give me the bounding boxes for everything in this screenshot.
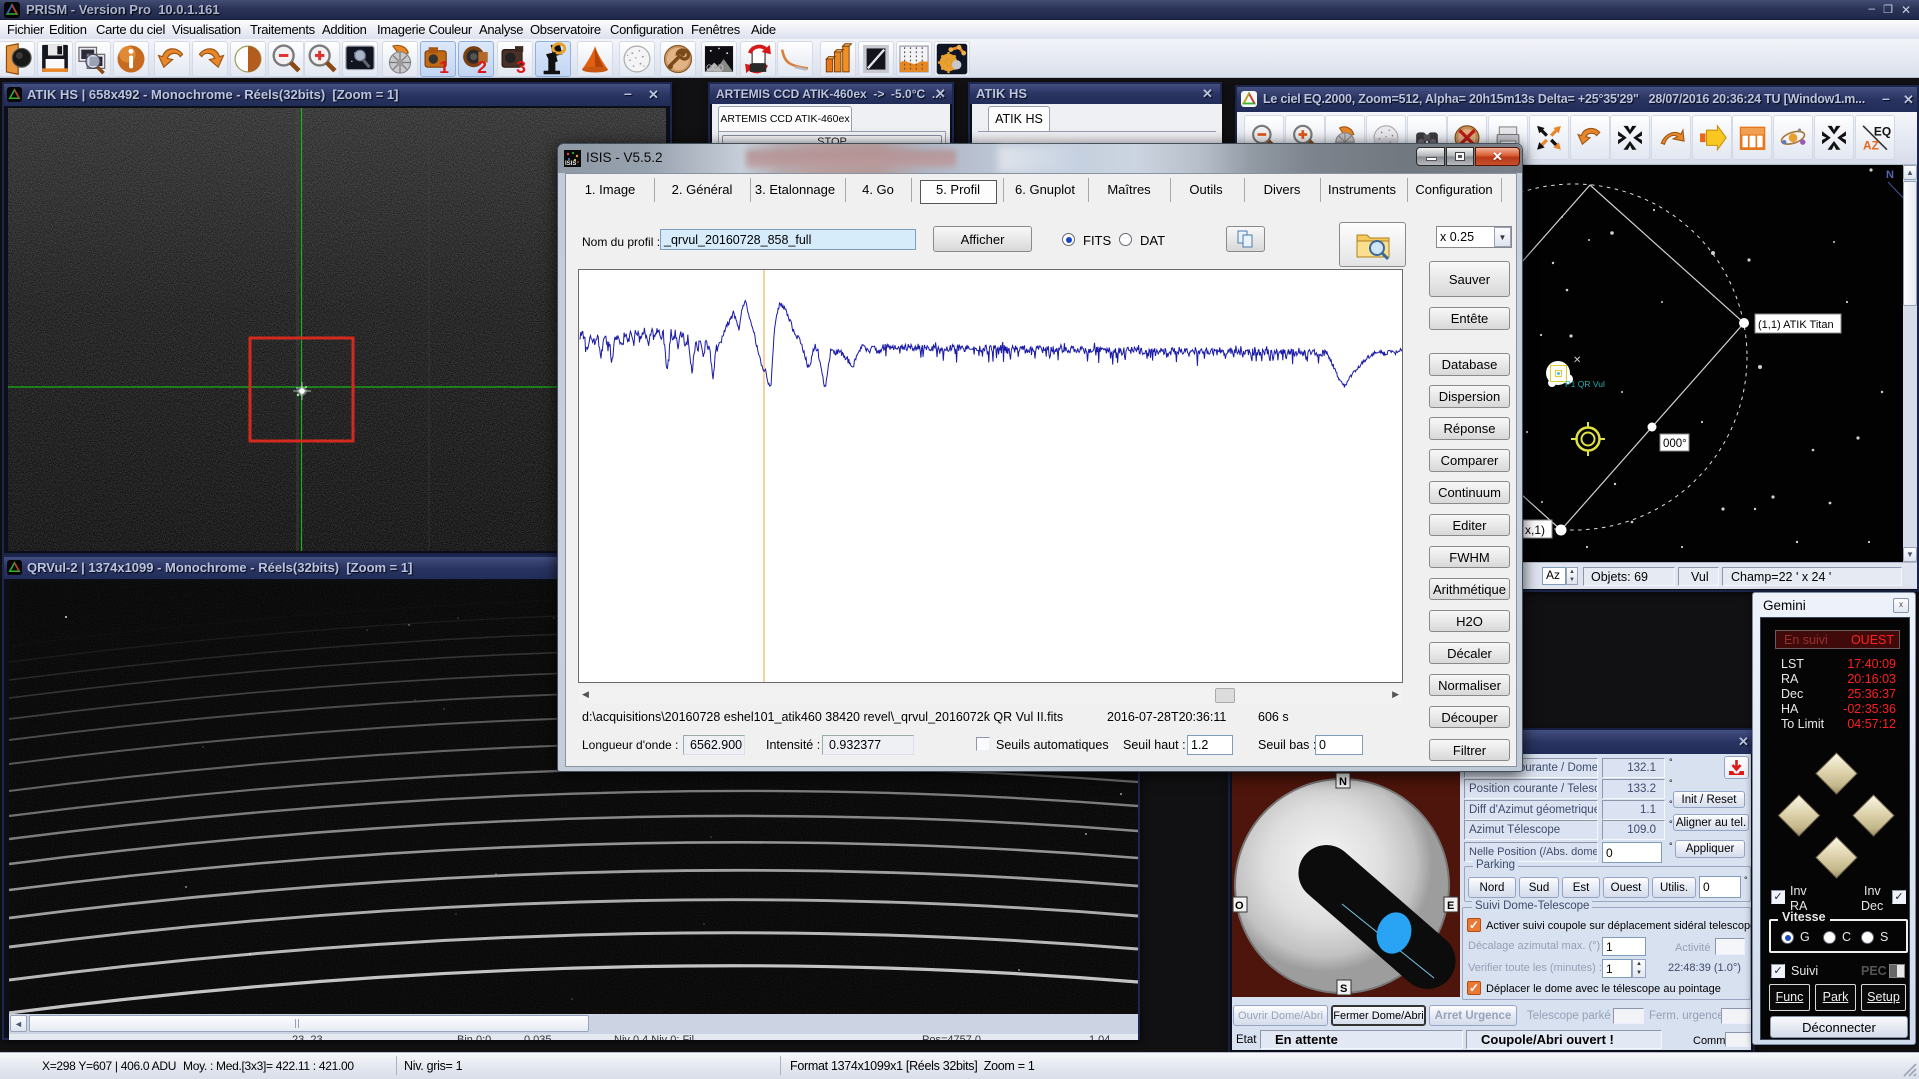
svg-text:000°: 000° (1663, 438, 1687, 450)
svg-text:AZ: AZ (1863, 139, 1879, 153)
svg-text:S: S (1340, 983, 1347, 995)
svg-text:ISIS: ISIS (565, 161, 576, 167)
svg-text:O: O (1235, 900, 1244, 912)
svg-text:E: E (1447, 900, 1454, 912)
svg-text:2: 2 (477, 57, 487, 76)
svg-text:(1,1) ATIK Titan: (1,1) ATIK Titan (1758, 319, 1834, 331)
svg-text:x,1): x,1) (1525, 523, 1545, 537)
svg-text:N: N (1886, 169, 1894, 181)
svg-text:P1 QR Vul: P1 QR Vul (1565, 379, 1605, 389)
svg-text:EQ: EQ (1874, 125, 1891, 139)
svg-text:1: 1 (439, 57, 449, 76)
svg-text:CCD: CCD (706, 64, 724, 73)
svg-text:✕: ✕ (1573, 355, 1581, 366)
svg-text:3: 3 (516, 57, 526, 76)
svg-text:N: N (1339, 776, 1347, 788)
